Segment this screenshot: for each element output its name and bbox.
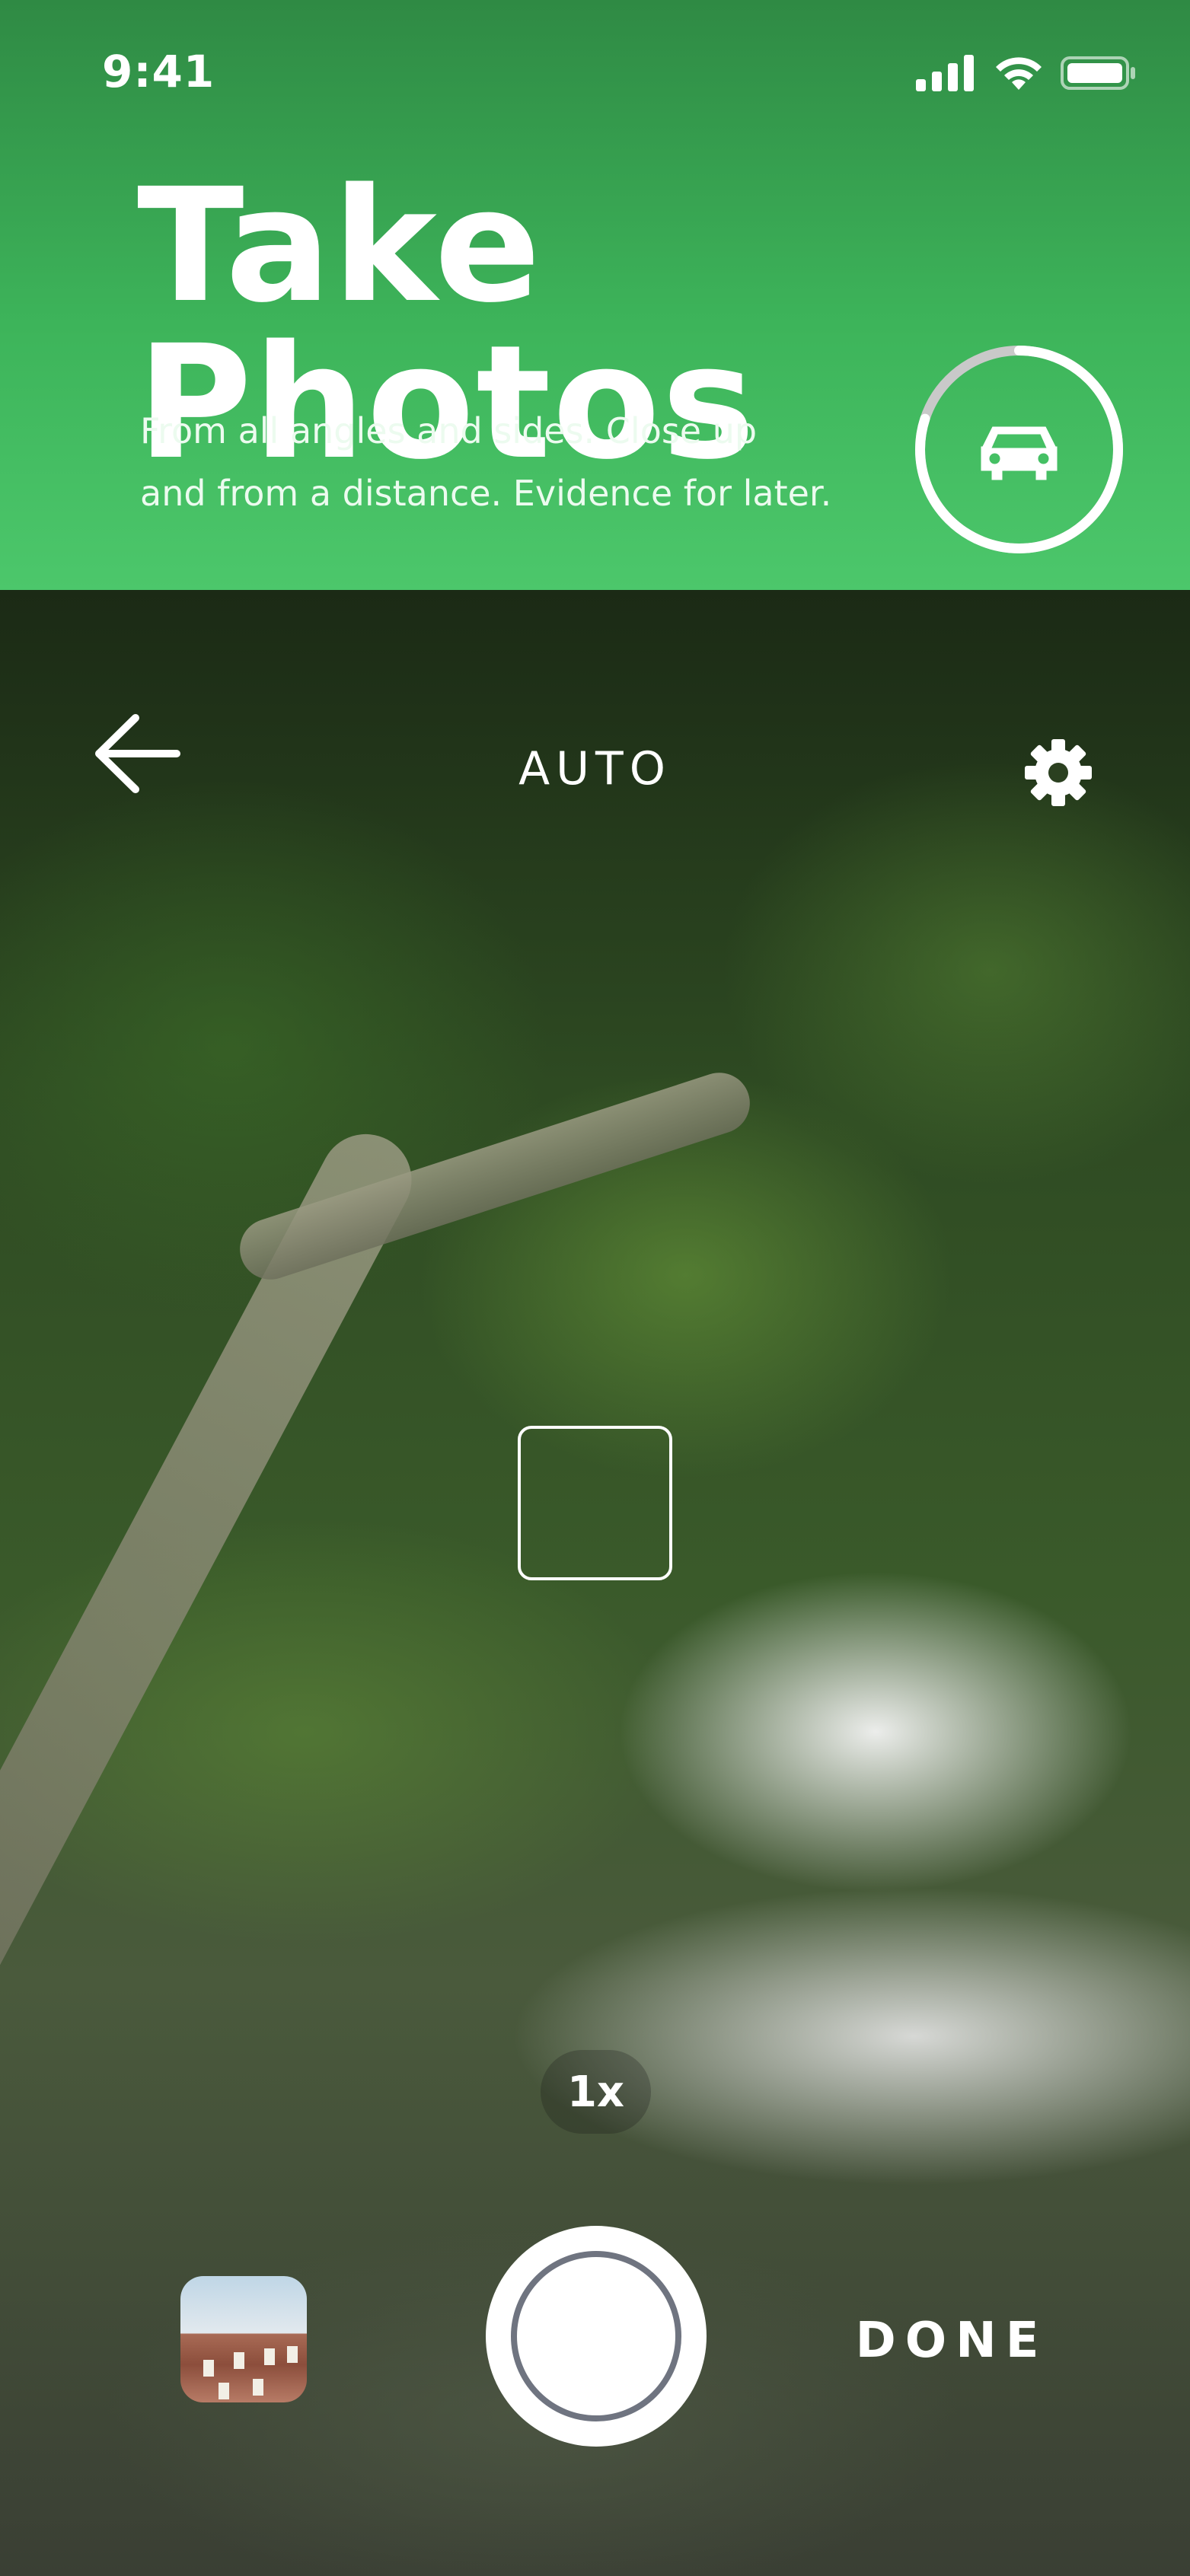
- subtitle-line-1: From all angles and sides. Close up: [140, 410, 758, 451]
- camera-viewfinder[interactable]: AUTO 1x DONE: [0, 590, 1190, 2576]
- wifi-icon: [996, 57, 1042, 90]
- header-banner: 9:41 Take Photos From all angles and sid…: [0, 0, 1190, 590]
- camera-top-controls: AUTO: [0, 590, 1190, 806]
- shutter-ring: [511, 2251, 681, 2421]
- status-bar: 9:41: [0, 0, 1190, 145]
- camera-mode-label[interactable]: AUTO: [0, 742, 1190, 795]
- car-icon: [981, 426, 1058, 480]
- status-icons: [916, 55, 1137, 91]
- tree-branch: [231, 1064, 758, 1288]
- tree-trunk: [0, 1117, 428, 2103]
- battery-icon: [1061, 56, 1135, 90]
- settings-button[interactable]: [1020, 735, 1096, 811]
- last-photo-thumbnail[interactable]: [180, 2276, 307, 2402]
- done-button[interactable]: DONE: [837, 2303, 1066, 2379]
- cellular-signal-icon: [916, 55, 974, 91]
- subtitle-line-2: and from a distance. Evidence for later.: [140, 473, 832, 514]
- focus-indicator: [518, 1426, 672, 1580]
- page-subtitle: From all angles and sides. Close up and …: [140, 400, 901, 524]
- zoom-button[interactable]: 1x: [541, 2050, 651, 2134]
- photo-progress-ring: [911, 341, 1128, 558]
- shutter-button[interactable]: [486, 2226, 707, 2447]
- status-time: 9:41: [102, 46, 215, 97]
- gear-icon: [1025, 739, 1092, 806]
